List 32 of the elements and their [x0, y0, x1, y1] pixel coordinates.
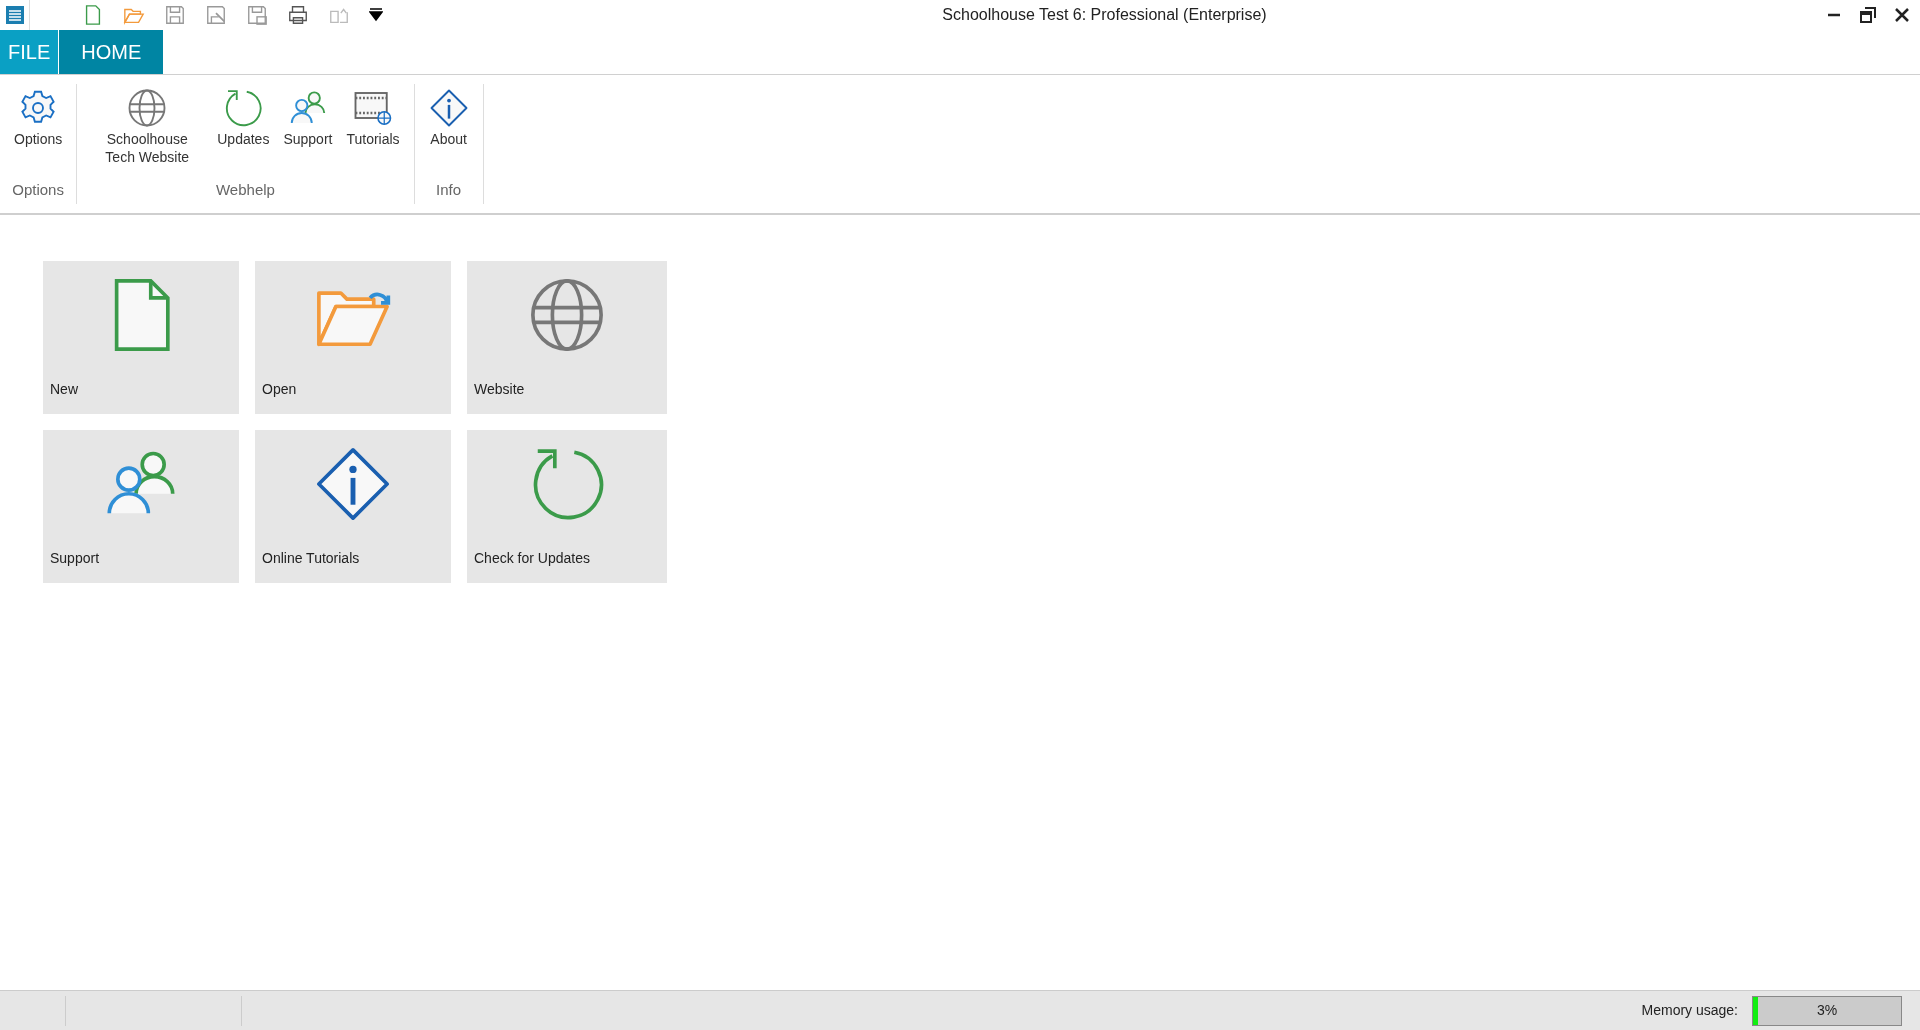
- info-icon: [428, 88, 469, 128]
- save-form-icon[interactable]: [246, 4, 268, 26]
- ribbon-button[interactable]: Schoolhouse Tech Website: [87, 88, 208, 179]
- memory-usage-reading: 3%: [1816, 1001, 1838, 1020]
- launch-tile[interactable]: Support: [43, 430, 239, 583]
- window-title: Schoolhouse Test 6: Professional (Enterprise): [941, 5, 1268, 25]
- launch-tile[interactable]: Online Tutorials: [255, 430, 451, 583]
- group-label: Webhelp: [215, 179, 275, 200]
- dropdown-caret-icon[interactable]: [369, 8, 383, 22]
- launch-tile[interactable]: Website: [467, 261, 667, 414]
- group-label: Options: [12, 179, 64, 200]
- refresh-icon: [223, 88, 264, 128]
- save-icon[interactable]: [164, 4, 186, 26]
- launch-tile[interactable]: Check for Updates: [467, 430, 667, 583]
- ribbon-button[interactable]: Tutorials: [342, 88, 404, 179]
- memory-usage-label: Memory usage:: [1641, 1001, 1738, 1020]
- globe-icon: [127, 88, 168, 128]
- ribbon-button[interactable]: Options: [10, 88, 67, 179]
- group-label: Info: [436, 179, 462, 200]
- app-logo-icon[interactable]: [4, 5, 25, 25]
- launch-tile[interactable]: New: [43, 261, 239, 414]
- restore-icon[interactable]: [1860, 7, 1876, 23]
- launch-tile[interactable]: Open: [255, 261, 451, 414]
- ribbon-button[interactable]: Support: [279, 88, 337, 179]
- ribbon-tab[interactable]: HOME: [59, 30, 164, 74]
- save-edit-icon[interactable]: [205, 4, 227, 26]
- info-icon: [314, 445, 392, 523]
- close-icon[interactable]: [1894, 7, 1910, 23]
- ribbon-button[interactable]: Updates: [213, 88, 274, 179]
- print-icon[interactable]: [287, 4, 309, 26]
- globe-icon: [528, 276, 606, 354]
- ribbon-button[interactable]: About: [424, 88, 473, 179]
